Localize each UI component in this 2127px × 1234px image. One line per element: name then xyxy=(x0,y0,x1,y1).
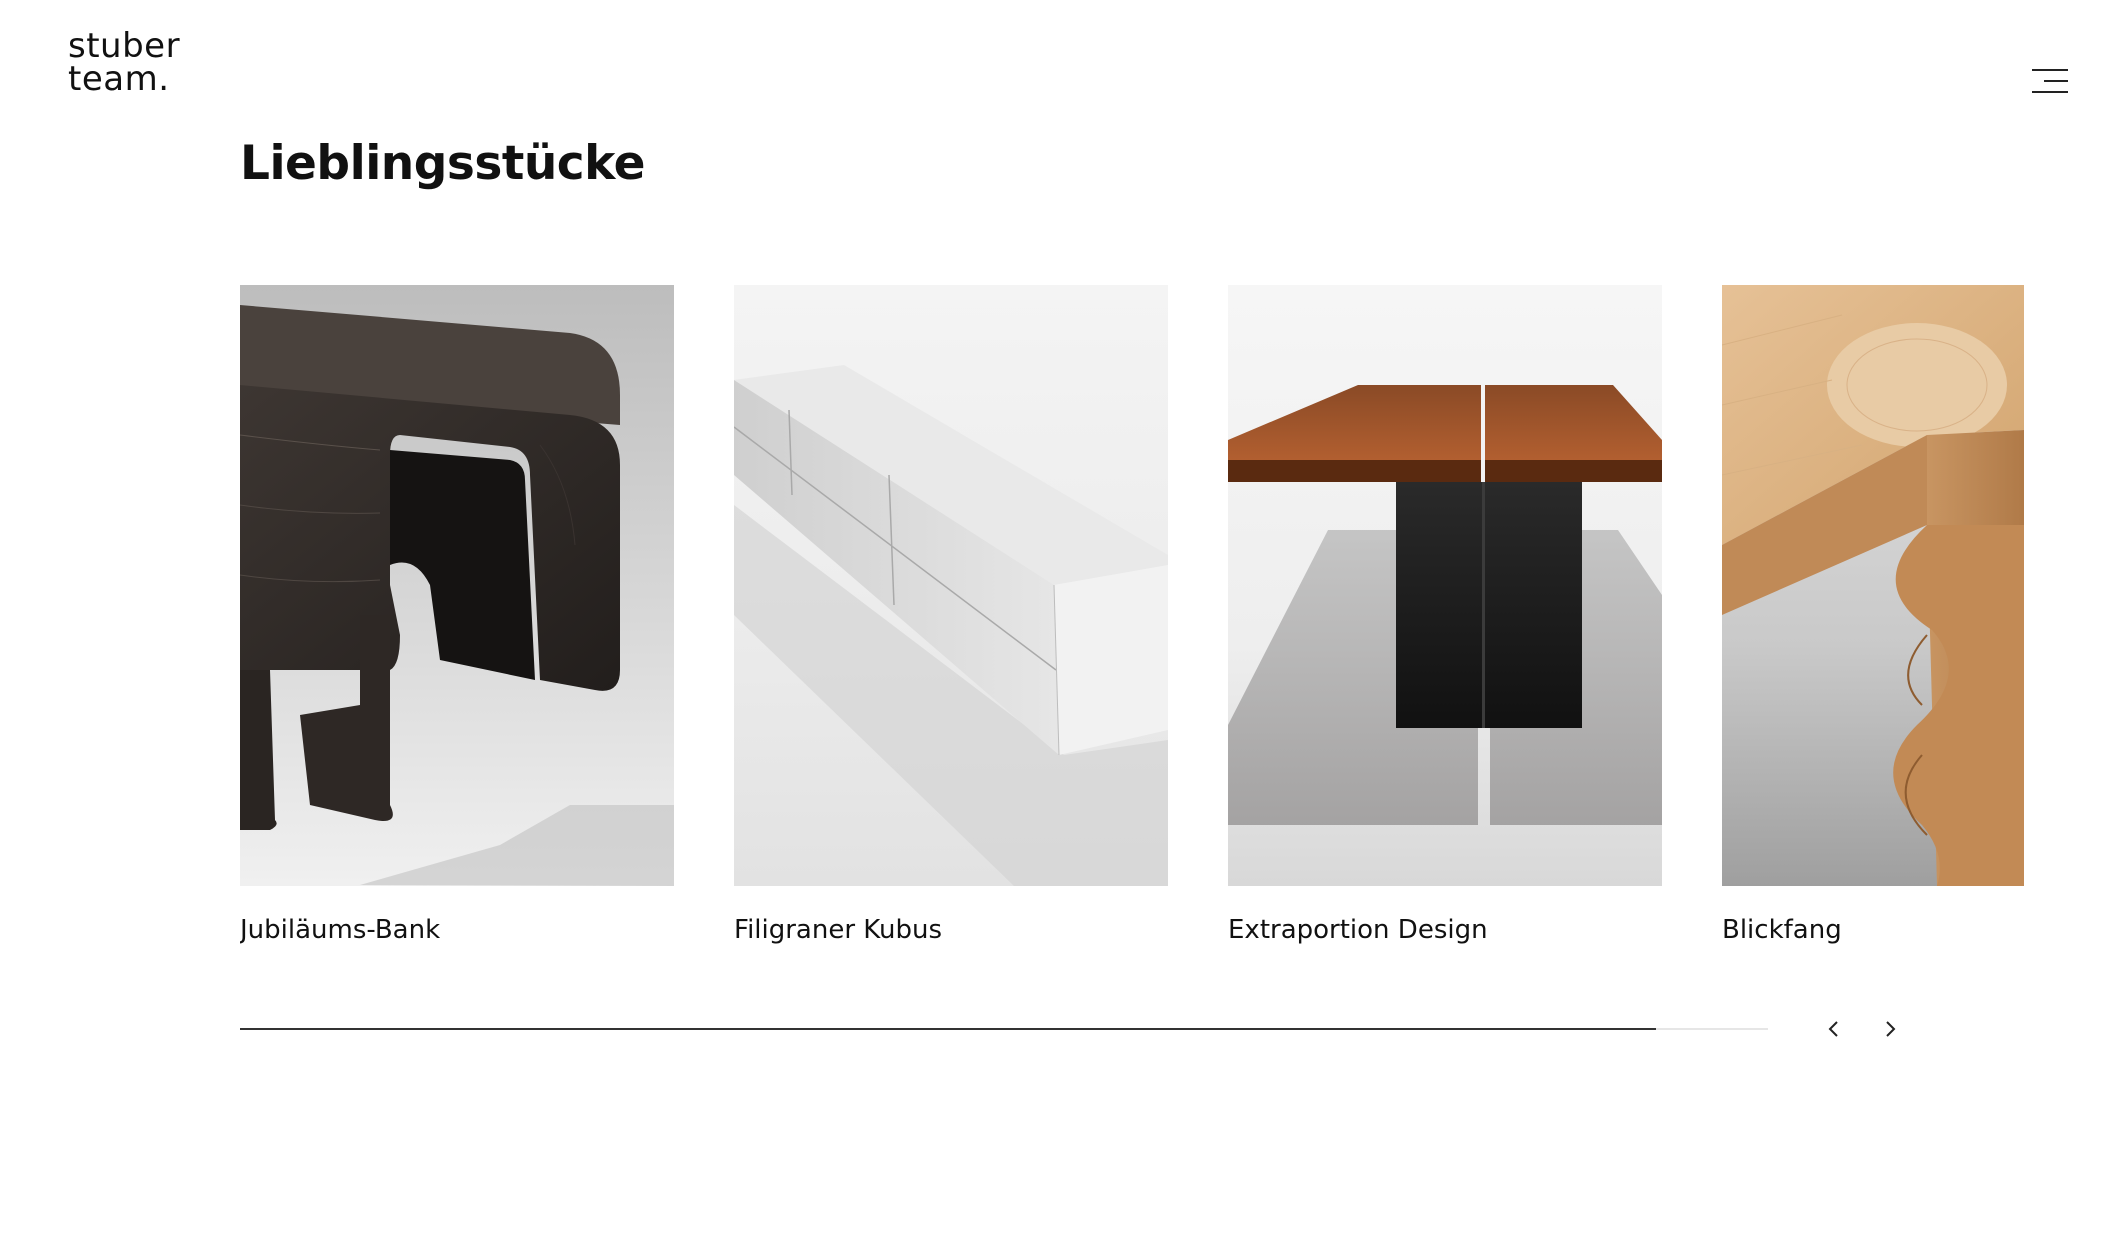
product-label: Jubiläums-Bank xyxy=(240,915,441,945)
carousel-prev-button[interactable] xyxy=(1818,1013,1850,1045)
chevron-left-icon xyxy=(1828,1021,1838,1037)
product-card-extraportion-design[interactable]: Extraportion Design xyxy=(1228,285,1662,985)
product-carousel: Jubiläums-Bank Filigraner Kubus Extrapor… xyxy=(240,285,2029,985)
page-title: Lieblingsstücke xyxy=(240,136,646,191)
product-card-filigraner-kubus[interactable]: Filigraner Kubus xyxy=(734,285,1168,985)
product-label: Blickfang xyxy=(1722,915,1842,945)
page: stuber team. Lieblingsstücke Jubiläums-B… xyxy=(0,0,2127,1234)
menu-button[interactable] xyxy=(2030,66,2068,96)
product-image xyxy=(734,285,1168,886)
product-label: Extraportion Design xyxy=(1228,915,1488,945)
chevron-right-icon xyxy=(1886,1021,1896,1037)
product-image xyxy=(1228,285,1662,886)
product-card-jubilaeums-bank[interactable]: Jubiläums-Bank xyxy=(240,285,674,985)
product-label: Filigraner Kubus xyxy=(734,915,943,945)
product-card-blickfang[interactable]: Blickfang xyxy=(1722,285,2024,985)
logo[interactable]: stuber team. xyxy=(68,29,180,99)
carousel-next-button[interactable] xyxy=(1874,1013,1906,1045)
product-image xyxy=(1722,285,2024,886)
product-image xyxy=(240,285,674,886)
carousel-progress-track[interactable] xyxy=(240,1028,1768,1030)
logo-line-2: team. xyxy=(68,59,170,99)
carousel-progress-fill xyxy=(240,1028,1657,1030)
